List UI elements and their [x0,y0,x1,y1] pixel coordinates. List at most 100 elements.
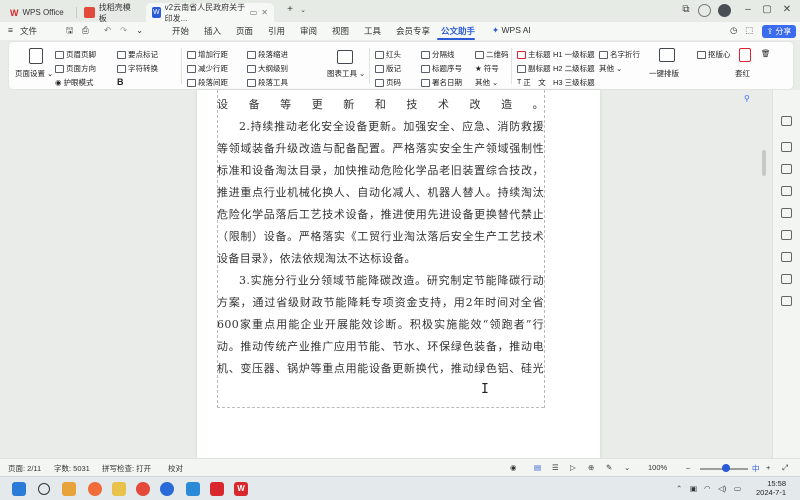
menu-wps-ai[interactable]: ✦ WPS AI [492,25,531,36]
menu-review[interactable]: 审阅 [300,25,317,37]
wifi-icon[interactable]: ◠ [704,484,711,493]
tab-document[interactable]: W v2云南省人民政府关于印发... ▭ ✕ [146,3,274,23]
others-button[interactable]: 其他 ⌄ [475,77,498,88]
shape-icon[interactable] [781,208,792,218]
screen-icon[interactable]: ▭ [250,8,258,17]
title-number-button[interactable]: 标题序号 [421,63,462,74]
more-icon[interactable]: ⌄ [136,25,143,36]
paragraph-tools-button[interactable]: 段落工具 [247,77,288,88]
maximize-icon[interactable]: ▢ [760,4,774,15]
restore-window-icon[interactable]: ⧉ [679,4,693,15]
edit-icon[interactable] [781,116,792,126]
eye-mode-button[interactable]: ◉ 护眼模式 [55,77,94,88]
print-icon[interactable]: ⎙ [82,25,89,36]
fullscreen-icon[interactable]: ⤢ [782,463,788,473]
menu-member[interactable]: 会员专享 [396,25,430,37]
version-check-button[interactable]: 抠版心 [697,49,731,60]
signature-date-button[interactable]: 署名日期 [421,77,462,88]
image-tools-button[interactable]: 图表工具 ⌄ [327,68,365,79]
body-text-button[interactable]: T正 文 [517,77,546,88]
windows-start-icon[interactable] [12,482,26,496]
avatar[interactable] [718,4,731,17]
select-icon[interactable] [781,164,792,174]
red-seal-button[interactable]: 套红 [735,68,750,79]
qr-code-button[interactable]: 二维码 [475,49,509,60]
notification-icon[interactable]: ⬚ [745,25,753,36]
bold-button[interactable]: B [117,77,124,87]
backup-icon[interactable] [781,252,792,262]
zoom-dropdown-icon[interactable]: ⌄ [624,463,630,472]
zoom-slider-knob[interactable] [722,464,730,472]
outline-level-button[interactable]: 大纲级别 [247,63,288,74]
main-title-button[interactable]: 主标题 [517,49,551,60]
close-window-icon[interactable]: ✕ [780,4,794,15]
menu-page[interactable]: 页面 [236,25,253,37]
undo-icon[interactable]: ↶ [104,25,111,36]
page-indicator[interactable]: 页面: 2/11 [8,463,41,474]
heading-2-button[interactable]: H2 二级标题 [553,63,595,74]
app-red-icon[interactable] [210,482,224,496]
location-pin-icon[interactable]: ⚲ [744,94,750,103]
style-icon[interactable] [781,142,792,152]
eye-mode-icon[interactable]: ◉ [510,463,517,472]
chrome-icon[interactable] [136,482,150,496]
menu-start[interactable]: 开始 [172,25,189,37]
cube-icon[interactable] [698,4,711,17]
brush-icon[interactable] [781,186,792,196]
hamburger-menu-icon[interactable]: ≡ [8,25,13,35]
tab-wps-office[interactable]: W WPS Office [4,3,74,22]
paragraph-indent-button[interactable]: 段落缩进 [247,49,288,60]
spell-check-toggle[interactable]: 拼写检查: 打开 [102,463,151,474]
share-button[interactable]: ⇪ 分享 [762,25,796,38]
search-icon[interactable] [38,483,50,495]
separator-line-button[interactable]: 分隔线 [421,49,455,60]
tab-templates[interactable]: 找稻壳模板 [78,3,144,23]
heading-3-button[interactable]: H3 三级标题 [553,77,595,88]
battery-icon[interactable]: ▭ [734,484,741,493]
new-tab-icon[interactable]: + [283,4,297,15]
page-number-button[interactable]: 页码 [375,77,401,88]
firefox-icon[interactable] [88,482,102,496]
play-icon[interactable]: ▷ [570,463,576,472]
menu-tools[interactable]: 工具 [364,25,381,37]
tray-chevron-icon[interactable]: ⌃ [676,484,682,493]
page-view-icon[interactable]: ▤ [534,463,541,472]
system-clock[interactable]: 15:58 2024-7-1 [756,479,786,497]
chevron-down-icon[interactable]: ⌄ [296,6,310,14]
zoom-out-icon[interactable]: – [686,463,690,472]
copy-marks-button[interactable]: 版记 [375,63,401,74]
reduce-line-spacing-button[interactable]: 减少行距 [187,63,228,74]
menu-official-doc-assistant[interactable]: 公文助手 [441,25,475,37]
grid-icon[interactable] [781,296,792,306]
others2-button[interactable]: 其他 ⌄ [599,63,622,74]
close-tab-icon[interactable]: ✕ [261,8,268,17]
delete-icon[interactable]: 🗑 [761,49,771,58]
proofread-button[interactable]: 校对 [168,463,183,474]
header-footer-button[interactable]: 页眉页脚 [55,49,96,60]
menu-reference[interactable]: 引用 [268,25,285,37]
menu-view[interactable]: 视图 [332,25,349,37]
red-head-button[interactable]: 红头 [375,49,401,60]
key-marks-button[interactable]: 要点标记 [117,49,158,60]
ime-indicator[interactable]: 中 [752,463,760,474]
pen-icon[interactable]: ✎ [606,463,612,472]
page-setup-button[interactable]: 页面设置 ⌄ [15,68,53,79]
paragraph-spacing-button[interactable]: 段落间距 [187,77,228,88]
symbol-button[interactable]: ★ 符号 [475,63,499,74]
web-view-icon[interactable]: ⊕ [588,463,594,472]
one-key-format-button[interactable]: 一键排版 [649,68,679,79]
adjust-icon[interactable] [781,230,792,240]
char-convert-button[interactable]: 字符转换 [117,63,158,74]
save-icon[interactable]: 🖫 [66,25,73,39]
minimize-icon[interactable]: – [741,4,755,15]
wps-taskbar-icon[interactable]: W [234,482,248,496]
menu-insert[interactable]: 插入 [204,25,221,37]
store-icon[interactable] [186,482,200,496]
add-line-spacing-button[interactable]: 增加行距 [187,49,228,60]
vertical-scrollbar[interactable] [762,150,766,176]
name-line-break-button[interactable]: 名字折行 [599,49,640,60]
word-count[interactable]: 字数: 5031 [54,463,90,474]
copilot-icon[interactable] [62,482,76,496]
zoom-level[interactable]: 100% [648,463,667,472]
heading-1-button[interactable]: H1 一级标题 [553,49,595,60]
